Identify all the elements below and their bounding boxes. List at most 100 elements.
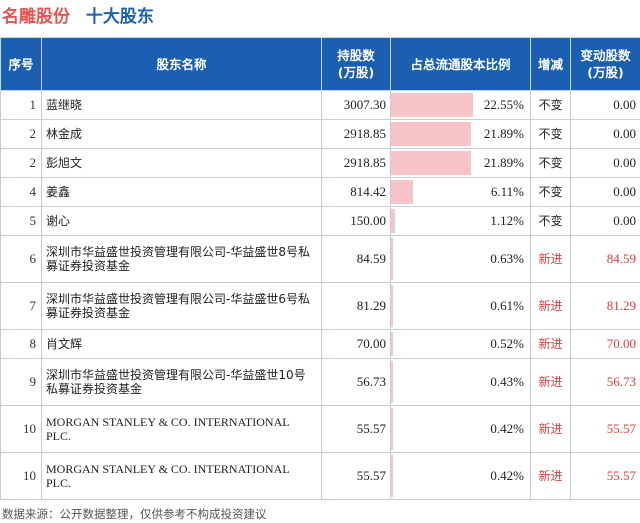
ratio-bar [391, 238, 394, 280]
changed-shares: 0.00 [570, 90, 640, 120]
col-header-delta-line1: 变动股数 [580, 48, 631, 63]
float-ratio-cell: 6.11% [390, 177, 531, 207]
ratio-bar [391, 361, 393, 403]
float-ratio-cell: 21.89% [390, 119, 531, 149]
shares-held: 55.57 [321, 452, 391, 500]
table-row: 10 MORGAN STANLEY & CO. INTERNATIONAL PLC… [0, 405, 640, 453]
table-row: 2 彭旭文 2918.85 21.89% 不变 0.00 [0, 148, 640, 178]
col-header-shares-line2: (万股) [337, 65, 375, 80]
table-row: 1 蓝继晓 3007.30 22.55% 不变 0.00 [0, 90, 640, 120]
float-ratio: 6.11% [490, 184, 524, 199]
change-status: 不变 [530, 177, 571, 207]
ratio-bar [391, 332, 393, 356]
ratio-bar [391, 151, 471, 175]
data-source-note: 数据来源：公开数据整理，仅供参考不构成投资建议 [2, 507, 267, 521]
float-ratio-cell: 22.55% [390, 90, 531, 120]
shareholder-name: 肖文辉 [41, 329, 322, 359]
shares-held: 55.57 [321, 405, 391, 453]
float-ratio: 21.89% [483, 155, 524, 170]
col-header-delta: 变动股数 (万股) [570, 37, 640, 91]
shares-held: 84.59 [321, 235, 391, 283]
shareholder-name: 深圳市华益盛世投资管理有限公司-华益盛世8号私募证券投资基金 [41, 235, 322, 283]
change-status: 不变 [530, 206, 571, 236]
col-header-ratio: 占总流通股本比例 [390, 37, 531, 91]
shares-held: 81.29 [321, 282, 391, 330]
shareholders-table: 序号 股东名称 持股数 (万股) 占总流通股本比例 增减 变动股数 (万股) 1… [0, 37, 640, 500]
table-row: 6 深圳市华益盛世投资管理有限公司-华益盛世8号私募证券投资基金 84.59 0.63… [0, 235, 640, 283]
section-title: 十大股东 [85, 7, 154, 27]
col-header-index: 序号 [0, 37, 42, 91]
table-body: 1 蓝继晓 3007.30 22.55% 不变 0.00 2 林金成 2918.85 21.89%… [0, 90, 640, 500]
float-ratio: 0.42% [490, 468, 524, 483]
change-status: 新进 [530, 405, 571, 453]
row-index: 1 [0, 90, 42, 120]
changed-shares: 0.00 [570, 119, 640, 149]
change-status: 新进 [530, 452, 571, 500]
row-index: 5 [0, 206, 42, 236]
shares-held: 150.00 [321, 206, 391, 236]
col-header-shares: 持股数 (万股) [321, 37, 391, 91]
changed-shares: 84.59 [570, 235, 640, 283]
row-index: 2 [0, 148, 42, 178]
shares-held: 3007.30 [321, 90, 391, 120]
float-ratio-cell: 0.42% [390, 452, 531, 500]
shares-held: 56.73 [321, 358, 391, 406]
float-ratio-cell: 1.12% [390, 206, 531, 236]
table-row: 9 深圳市华益盛世投资管理有限公司-华益盛世10号私募证券投资基金 56.73 0.4… [0, 358, 640, 406]
changed-shares: 56.73 [570, 358, 640, 406]
table-row: 4 姜鑫 814.42 6.11% 不变 0.00 [0, 177, 640, 207]
float-ratio-cell: 0.52% [390, 329, 531, 359]
shares-held: 70.00 [321, 329, 391, 359]
col-header-delta-line2: (万股) [587, 65, 624, 80]
row-index: 6 [0, 235, 42, 283]
change-status: 不变 [530, 90, 571, 120]
change-status: 新进 [530, 282, 571, 330]
row-index: 10 [0, 452, 42, 500]
changed-shares: 0.00 [570, 206, 640, 236]
float-ratio-cell: 0.43% [390, 358, 531, 406]
ratio-bar [391, 455, 393, 497]
float-ratio: 21.89% [483, 126, 524, 141]
changed-shares: 55.57 [570, 405, 640, 453]
row-index: 10 [0, 405, 42, 453]
shareholder-name: MORGAN STANLEY & CO. INTERNATIONAL PLC. [41, 405, 322, 453]
float-ratio-cell: 21.89% [390, 148, 531, 178]
float-ratio: 0.52% [490, 336, 524, 351]
row-index: 2 [0, 119, 42, 149]
row-index: 8 [0, 329, 42, 359]
shareholder-name: 彭旭文 [41, 148, 322, 178]
shareholder-name: 蓝继晓 [41, 90, 322, 120]
float-ratio-cell: 0.61% [390, 282, 531, 330]
row-index: 9 [0, 358, 42, 406]
row-index: 7 [0, 282, 42, 330]
ratio-bar [391, 93, 473, 117]
table-row: 5 谢心 150.00 1.12% 不变 0.00 [0, 206, 640, 236]
float-ratio: 0.63% [490, 251, 524, 266]
shareholder-name: MORGAN STANLEY & CO. INTERNATIONAL PLC. [41, 452, 322, 500]
changed-shares: 0.00 [570, 177, 640, 207]
ratio-bar [391, 209, 396, 233]
page-title: 名雕股份 十大股东 [2, 2, 154, 32]
ratio-bar [391, 285, 394, 327]
table-row: 10 MORGAN STANLEY & CO. INTERNATIONAL PLC… [0, 452, 640, 500]
table-row: 2 林金成 2918.85 21.89% 不变 0.00 [0, 119, 640, 149]
float-ratio: 1.12% [490, 213, 524, 228]
float-ratio: 0.43% [490, 374, 524, 389]
shareholder-name: 谢心 [41, 206, 322, 236]
shares-held: 2918.85 [321, 148, 391, 178]
float-ratio-cell: 0.42% [390, 405, 531, 453]
shares-held: 2918.85 [321, 119, 391, 149]
company-name: 名雕股份 [2, 7, 70, 27]
ratio-bar [391, 408, 393, 450]
row-index: 4 [0, 177, 42, 207]
table-row: 8 肖文辉 70.00 0.52% 新进 70.00 [0, 329, 640, 359]
shareholder-name: 深圳市华益盛世投资管理有限公司-华益盛世10号私募证券投资基金 [41, 358, 322, 406]
table-header-row: 序号 股东名称 持股数 (万股) 占总流通股本比例 增减 变动股数 (万股) [0, 37, 640, 91]
ratio-bar [391, 122, 471, 146]
col-header-change: 增减 [530, 37, 571, 91]
col-header-name: 股东名称 [41, 37, 322, 91]
shareholder-name: 姜鑫 [41, 177, 322, 207]
col-header-shares-line1: 持股数 [337, 48, 375, 63]
shares-held: 814.42 [321, 177, 391, 207]
change-status: 新进 [530, 358, 571, 406]
